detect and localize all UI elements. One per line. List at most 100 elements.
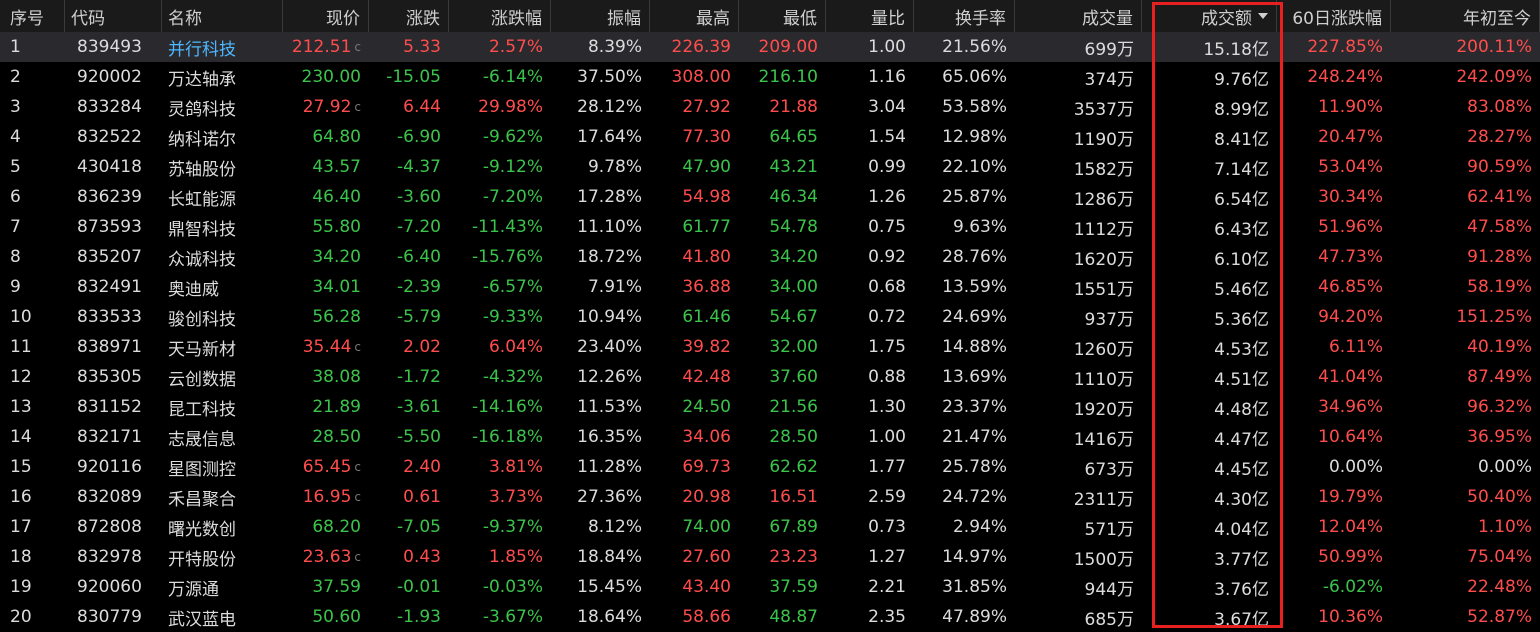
cell-volume: 1416万 bbox=[1015, 422, 1142, 452]
cell-turnover-rate: 53.58% bbox=[914, 92, 1015, 122]
table-row[interactable]: 10 833533 骏创科技 56.28 -5.79 -9.33% 10.94% 61.46 5… bbox=[0, 302, 1540, 332]
cell-value: 16.35% bbox=[577, 427, 642, 447]
table-row[interactable]: 18 832978 开特股份 23.63 c 0.43 1.85% 18.84% 27.60 23… bbox=[0, 542, 1540, 572]
table-row[interactable]: 14 832171 志晟信息 28.50 -5.50 -16.18% 16.35% 34.06… bbox=[0, 422, 1540, 452]
cell-60d-change: 50.99% bbox=[1277, 542, 1391, 572]
cell-value: 11 bbox=[10, 337, 32, 357]
cell-high: 24.50 bbox=[650, 392, 739, 422]
cell-change: -4.37 bbox=[369, 152, 449, 182]
cell-change-pct: -11.43% bbox=[449, 212, 551, 242]
price-marker: c bbox=[354, 550, 361, 564]
header-col-index[interactable]: 序号 bbox=[0, 0, 65, 32]
cell-price: 50.60 bbox=[283, 602, 369, 632]
table-row[interactable]: 20 830779 武汉蓝电 50.60 -1.93 -3.67% 18.64% 58.66 4… bbox=[0, 602, 1540, 632]
table-row[interactable]: 3 833284 灵鸽科技 27.92 c 6.44 29.98% 28.12% 27.92 21… bbox=[0, 92, 1540, 122]
header-col-turnover-rate[interactable]: 换手率 bbox=[914, 0, 1015, 32]
table-row[interactable]: 9 832491 奥迪威 34.01 -2.39 -6.57% 7.91% 36.88 34.0… bbox=[0, 272, 1540, 302]
header-col-code[interactable]: 代码 bbox=[65, 0, 162, 32]
cell-value: 2.35 bbox=[868, 607, 906, 627]
header-col-price[interactable]: 现价 bbox=[283, 0, 369, 32]
cell-value: 9 bbox=[10, 277, 21, 297]
cell-60d-change: 30.34% bbox=[1277, 182, 1391, 212]
cell-value: 3.73% bbox=[488, 487, 543, 507]
cell-value: -9.12% bbox=[482, 157, 543, 177]
cell-ytd: 36.95% bbox=[1391, 422, 1540, 452]
cell-change-pct: -9.62% bbox=[449, 122, 551, 152]
cell-value: 7 bbox=[10, 217, 21, 237]
sort-descending-icon[interactable] bbox=[1258, 13, 1268, 19]
header-col-60d-change[interactable]: 60日涨跌幅 bbox=[1277, 0, 1391, 32]
cell-value: 2.21 bbox=[868, 577, 906, 597]
cell-value: 18.84% bbox=[577, 547, 642, 567]
header-col-ytd[interactable]: 年初至今 bbox=[1391, 0, 1540, 32]
cell-value: 32.00 bbox=[769, 337, 818, 357]
cell-value: 23.63 bbox=[302, 547, 352, 567]
table-row[interactable]: 15 920116 星图测控 65.45 c 2.40 3.81% 11.28% 69.73 62… bbox=[0, 452, 1540, 482]
table-row[interactable]: 17 872808 曙光数创 68.20 -7.05 -9.37% 8.12% 74.00 67… bbox=[0, 512, 1540, 542]
header-col-change[interactable]: 涨跌 bbox=[369, 0, 449, 32]
cell-high: 61.77 bbox=[650, 212, 739, 242]
cell-ytd: 22.48% bbox=[1391, 572, 1540, 602]
cell-value: 1.10% bbox=[1477, 517, 1532, 537]
cell-amount: 6.54亿 bbox=[1142, 182, 1277, 212]
cell-value: 67.89 bbox=[769, 517, 818, 537]
cell-value: 83.08% bbox=[1467, 97, 1532, 117]
cell-price: 28.50 bbox=[283, 422, 369, 452]
cell-value: 0.92 bbox=[868, 247, 906, 267]
cell-index: 9 bbox=[0, 272, 65, 302]
cell-high: 69.73 bbox=[650, 452, 739, 482]
cell-code: 832522 bbox=[65, 122, 162, 152]
table-row[interactable]: 12 835305 云创数据 38.08 -1.72 -4.32% 12.26% 42.48 3… bbox=[0, 362, 1540, 392]
header-col-amount[interactable]: 成交额 bbox=[1142, 0, 1277, 32]
cell-value: 12.04% bbox=[1318, 517, 1383, 537]
cell-value: 天马新材 bbox=[168, 339, 236, 360]
header-label: 最低 bbox=[783, 8, 817, 29]
header-col-volume[interactable]: 成交量 bbox=[1015, 0, 1142, 32]
cell-value: 7.91% bbox=[587, 277, 642, 297]
cell-value: 937万 bbox=[1084, 309, 1134, 330]
cell-value: 众诚科技 bbox=[168, 249, 236, 270]
cell-price: 34.20 bbox=[283, 242, 369, 272]
cell-value: 6.11% bbox=[1328, 337, 1383, 357]
cell-ytd: 200.11% bbox=[1391, 32, 1540, 62]
header-col-amplitude[interactable]: 振幅 bbox=[551, 0, 650, 32]
header-label: 涨跌 bbox=[406, 8, 440, 29]
cell-60d-change: 34.96% bbox=[1277, 392, 1391, 422]
cell-amount: 5.46亿 bbox=[1142, 272, 1277, 302]
table-row[interactable]: 7 873593 鼎智科技 55.80 -7.20 -11.43% 11.10% 61.77 5… bbox=[0, 212, 1540, 242]
table-row[interactable]: 8 835207 众诚科技 34.20 -6.40 -15.76% 18.72% 41.80 3… bbox=[0, 242, 1540, 272]
cell-price: 46.40 bbox=[283, 182, 369, 212]
cell-volume: 937万 bbox=[1015, 302, 1142, 332]
cell-value: 58.19% bbox=[1467, 277, 1532, 297]
table-row[interactable]: 2 920002 万达轴承 230.00 -15.05 -6.14% 37.50% 308.0… bbox=[0, 62, 1540, 92]
table-row[interactable]: 5 430418 苏轴股份 43.57 -4.37 -9.12% 9.78% 47.90 43.… bbox=[0, 152, 1540, 182]
cell-value: 832522 bbox=[77, 127, 142, 147]
header-col-name[interactable]: 名称 bbox=[162, 0, 283, 32]
table-row[interactable]: 19 920060 万源通 37.59 -0.01 -0.03% 15.45% 43.40 37… bbox=[0, 572, 1540, 602]
cell-price: 230.00 bbox=[283, 62, 369, 92]
cell-turnover-rate: 12.98% bbox=[914, 122, 1015, 152]
table-row[interactable]: 6 836239 长虹能源 46.40 -3.60 -7.20% 17.28% 54.98 46… bbox=[0, 182, 1540, 212]
cell-value: 69.73 bbox=[682, 457, 731, 477]
cell-change-pct: -6.14% bbox=[449, 62, 551, 92]
table-row[interactable]: 16 832089 禾昌聚合 16.95 c 0.61 3.73% 27.36% 20.98 16… bbox=[0, 482, 1540, 512]
cell-value: 212.51 bbox=[291, 37, 352, 57]
cell-amount: 8.99亿 bbox=[1142, 92, 1277, 122]
table-row[interactable]: 11 838971 天马新材 35.44 c 2.02 6.04% 23.40% 39.82 32… bbox=[0, 332, 1540, 362]
cell-value: 15 bbox=[10, 457, 32, 477]
header-col-volume-ratio[interactable]: 量比 bbox=[826, 0, 914, 32]
table-row[interactable]: 4 832522 纳科诺尔 64.80 -6.90 -9.62% 17.64% 77.30 64… bbox=[0, 122, 1540, 152]
price-marker: c bbox=[354, 490, 361, 504]
cell-change: 6.44 bbox=[369, 92, 449, 122]
header-col-change-pct[interactable]: 涨跌幅 bbox=[449, 0, 551, 32]
cell-volume: 1286万 bbox=[1015, 182, 1142, 212]
cell-value: 308.00 bbox=[671, 67, 731, 87]
cell-amount: 5.36亿 bbox=[1142, 302, 1277, 332]
header-col-high[interactable]: 最高 bbox=[650, 0, 739, 32]
cell-change-pct: -7.20% bbox=[449, 182, 551, 212]
table-row[interactable]: 1 839493 并行科技 212.51 c 5.33 2.57% 8.39% 226.39 20… bbox=[0, 32, 1540, 62]
cell-turnover-rate: 25.87% bbox=[914, 182, 1015, 212]
table-row[interactable]: 13 831152 昆工科技 21.89 -3.61 -14.16% 11.53% 24.50… bbox=[0, 392, 1540, 422]
cell-value: 9.78% bbox=[587, 157, 642, 177]
header-col-low[interactable]: 最低 bbox=[739, 0, 826, 32]
